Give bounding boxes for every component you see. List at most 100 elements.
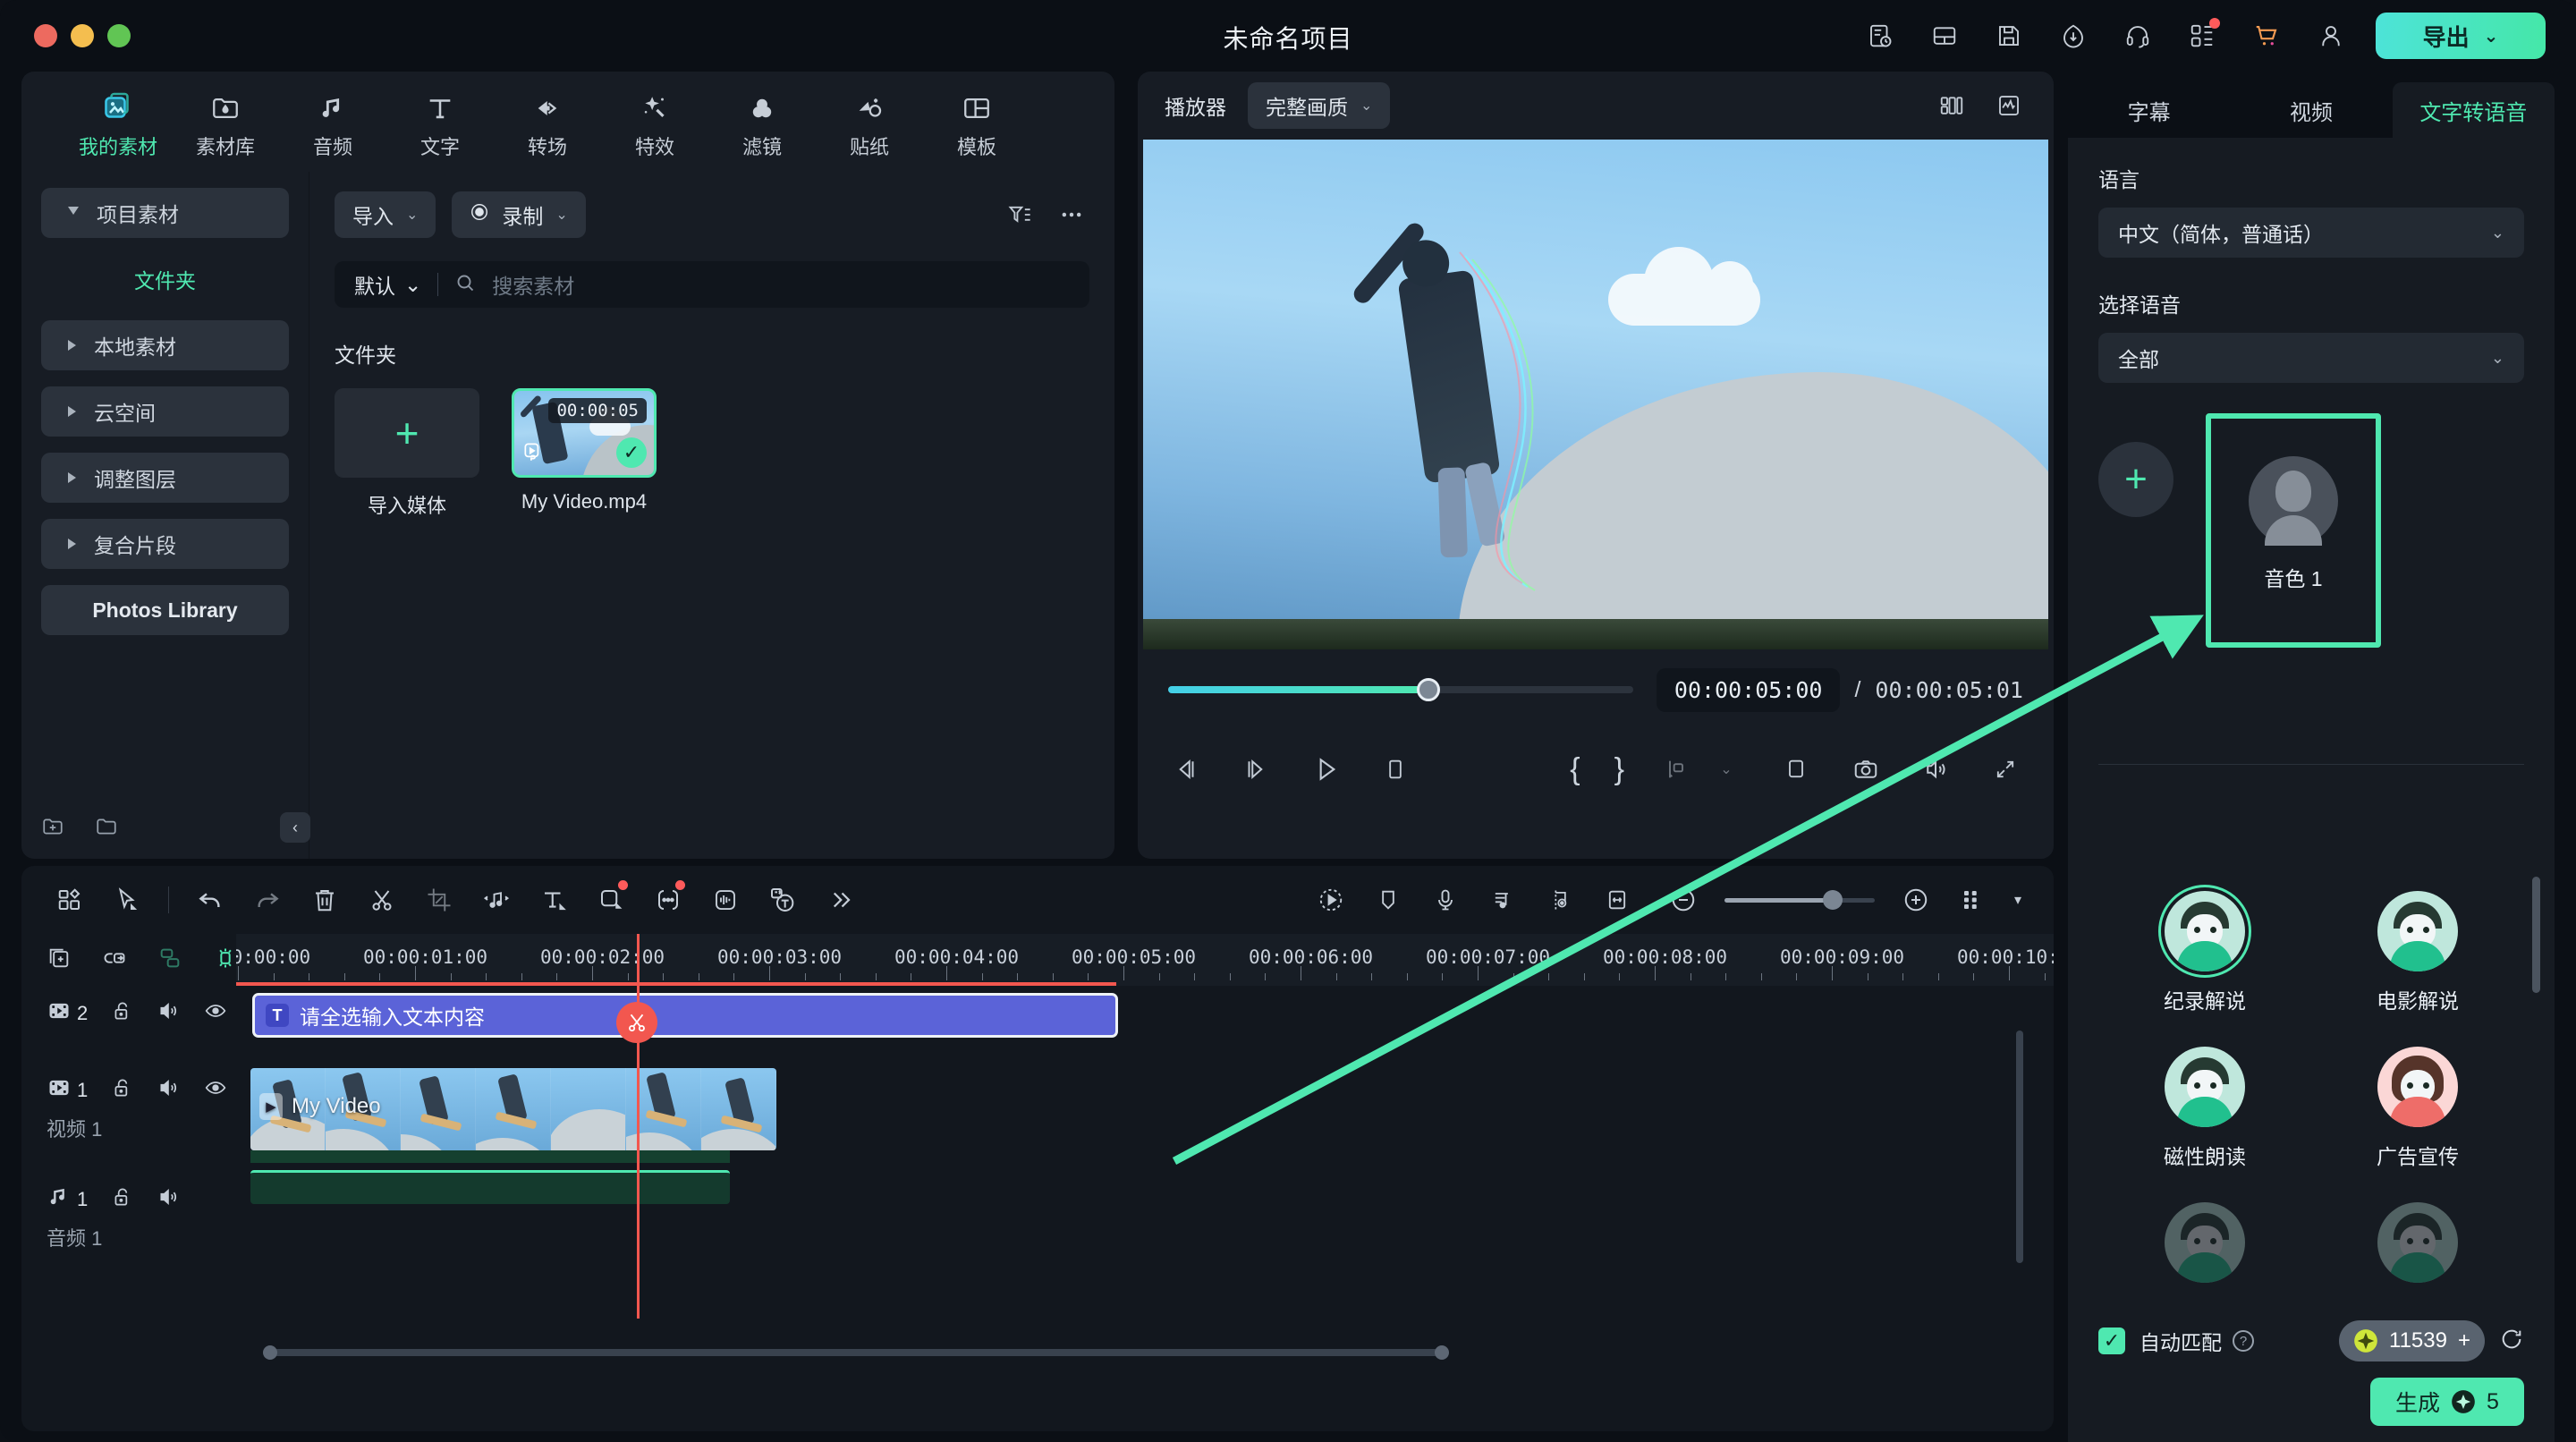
prev-frame-button[interactable] [1168, 751, 1204, 787]
voice-preset-item[interactable]: 磁性朗读 [2098, 1047, 2311, 1170]
cloud-upload-icon[interactable] [2054, 16, 2093, 55]
playhead[interactable] [637, 934, 640, 1319]
audio-mixer-button[interactable] [1474, 875, 1531, 925]
video-preview-canvas[interactable] [1143, 140, 2048, 649]
expand-tools-button[interactable] [811, 875, 869, 925]
category-template[interactable]: 模板 [923, 84, 1030, 160]
zoom-out-button[interactable] [1655, 875, 1712, 925]
category-filter[interactable]: 滤镜 [708, 84, 816, 160]
mute-icon[interactable] [157, 1185, 181, 1213]
folder-item-adjustment-layer[interactable]: 调整图层 [41, 453, 289, 503]
scrollbar-cap-left[interactable] [263, 1345, 277, 1360]
zoom-slider[interactable] [1655, 875, 1945, 925]
import-media-dropzone[interactable]: + [335, 388, 479, 478]
grid-view-icon[interactable] [1934, 88, 1970, 123]
category-sticker[interactable]: 贴纸 [816, 84, 923, 160]
add-custom-voice-button[interactable]: + [2098, 442, 2174, 517]
track-options-chevron-icon[interactable]: ▾ [2002, 875, 2034, 925]
chevron-down-icon[interactable]: ⌄ [1360, 97, 1372, 115]
marker-button[interactable] [1360, 875, 1417, 925]
track-options-button[interactable] [1945, 875, 2002, 925]
voice-filter-select[interactable]: 全部 ⌄ [2098, 333, 2524, 383]
folder-item-folder[interactable]: 文件夹 [41, 254, 289, 304]
help-icon[interactable]: ? [2233, 1330, 2254, 1352]
mute-icon[interactable] [157, 1076, 181, 1104]
scrollbar-cap-right[interactable] [1435, 1345, 1449, 1360]
timeline-horizontal-scrollbar[interactable] [263, 1345, 1449, 1360]
history-icon[interactable] [1860, 16, 1900, 55]
shape-tool-button[interactable] [582, 875, 640, 925]
chevron-down-icon[interactable]: ⌄ [2491, 349, 2504, 368]
lock-icon[interactable] [111, 1185, 134, 1213]
audio-detach-button[interactable] [468, 875, 525, 925]
language-select[interactable]: 中文（简体，普通话） ⌄ [2098, 208, 2524, 258]
lock-icon[interactable] [111, 999, 134, 1027]
save-icon[interactable] [1989, 16, 2029, 55]
chevron-down-icon[interactable] [68, 206, 79, 220]
visibility-icon[interactable] [204, 999, 227, 1027]
record-button[interactable]: 录制 ⌄ [452, 191, 586, 238]
timeline-clip-text[interactable]: T 请全选输入文本内容 [252, 993, 1118, 1038]
category-text[interactable]: 文字 [386, 84, 494, 160]
stop-button[interactable] [1377, 751, 1413, 787]
fit-timeline-button[interactable] [1589, 875, 1646, 925]
import-button[interactable]: 导入 ⌄ [335, 191, 436, 238]
apps-grid-icon[interactable] [2182, 16, 2222, 55]
cart-icon[interactable] [2247, 16, 2286, 55]
split-button[interactable] [353, 875, 411, 925]
credits-badge[interactable]: 11539 + [2339, 1320, 2485, 1361]
expand-icon[interactable] [1987, 751, 2023, 787]
credits-plus[interactable]: + [2458, 1328, 2470, 1353]
crop-button[interactable] [411, 875, 468, 925]
folder-item-local-media[interactable]: 本地素材 [41, 320, 289, 370]
custom-voice-card[interactable]: 音色 1 [2206, 413, 2381, 648]
layout-icon[interactable] [1925, 16, 1964, 55]
mute-icon[interactable] [157, 999, 181, 1027]
voice-preset-item[interactable] [2098, 1202, 2311, 1283]
category-my-media[interactable]: 我的素材 [64, 84, 172, 160]
chevron-down-icon[interactable]: ⌄ [2491, 224, 2504, 242]
folder-item-compound-clip[interactable]: 复合片段 [41, 519, 289, 569]
next-frame-button[interactable] [1238, 751, 1274, 787]
auto-match-checkbox[interactable]: ✓ [2098, 1327, 2125, 1354]
chevron-down-icon[interactable]: ⌄ [2484, 25, 2499, 47]
current-timecode[interactable]: 00:00:05:00 [1656, 667, 1841, 712]
timeline-vertical-scrollbar[interactable] [2016, 1031, 2023, 1263]
export-button[interactable]: 导出 ⌄ [2376, 13, 2546, 59]
voiceover-button[interactable] [1417, 875, 1474, 925]
chevron-right-icon[interactable] [68, 539, 76, 549]
chevron-right-icon[interactable] [68, 406, 76, 417]
import-media-tile[interactable]: + 导入媒体 [335, 388, 479, 519]
search-input[interactable]: 搜索素材 [492, 269, 574, 300]
generate-button[interactable]: 生成 5 [2370, 1378, 2524, 1426]
more-horizontal-icon[interactable] [1054, 197, 1089, 233]
folder-icon[interactable] [95, 815, 118, 843]
sort-selector[interactable]: 默认 ⌄ [354, 269, 421, 300]
timeline-clip-audio[interactable] [250, 1170, 730, 1204]
magnet-snap-icon[interactable] [213, 946, 238, 975]
folder-item-project-media[interactable]: 项目素材 [41, 188, 289, 238]
play-button[interactable] [1308, 751, 1343, 787]
folder-item-cloud[interactable]: 云空间 [41, 386, 289, 437]
headset-support-icon[interactable] [2118, 16, 2157, 55]
crop-icon[interactable] [1778, 751, 1814, 787]
mark-out-button[interactable]: } [1614, 752, 1624, 787]
tab-text-to-speech[interactable]: 文字转语音 [2392, 82, 2555, 138]
timeline-ruler[interactable]: 00:00:00 00:00:01:00 00:00:02:00 00:00:0… [236, 934, 2054, 986]
chevron-down-icon[interactable]: ⌄ [404, 273, 421, 297]
delete-button[interactable] [296, 875, 353, 925]
keyframe-button[interactable] [1531, 875, 1589, 925]
speech-to-text-button[interactable] [754, 875, 811, 925]
media-tile[interactable]: 00:00:05 ✓ My Video.mp4 [512, 388, 657, 519]
mark-in-button[interactable]: { [1570, 752, 1580, 787]
auto-reframe-button[interactable] [1302, 875, 1360, 925]
tab-subtitle[interactable]: 字幕 [2068, 82, 2230, 138]
category-stock-library[interactable]: 素材库 [172, 84, 279, 160]
voice-preset-item[interactable]: 电影解说 [2311, 891, 2524, 1014]
lock-icon[interactable] [111, 1076, 134, 1104]
chevron-down-icon[interactable]: ⌄ [555, 206, 567, 224]
search-bar[interactable]: 默认 ⌄ 搜索素材 [335, 261, 1089, 308]
filter-sort-icon[interactable] [1002, 197, 1038, 233]
chevron-down-icon[interactable]: ⌄ [406, 206, 418, 224]
undo-button[interactable] [182, 875, 239, 925]
